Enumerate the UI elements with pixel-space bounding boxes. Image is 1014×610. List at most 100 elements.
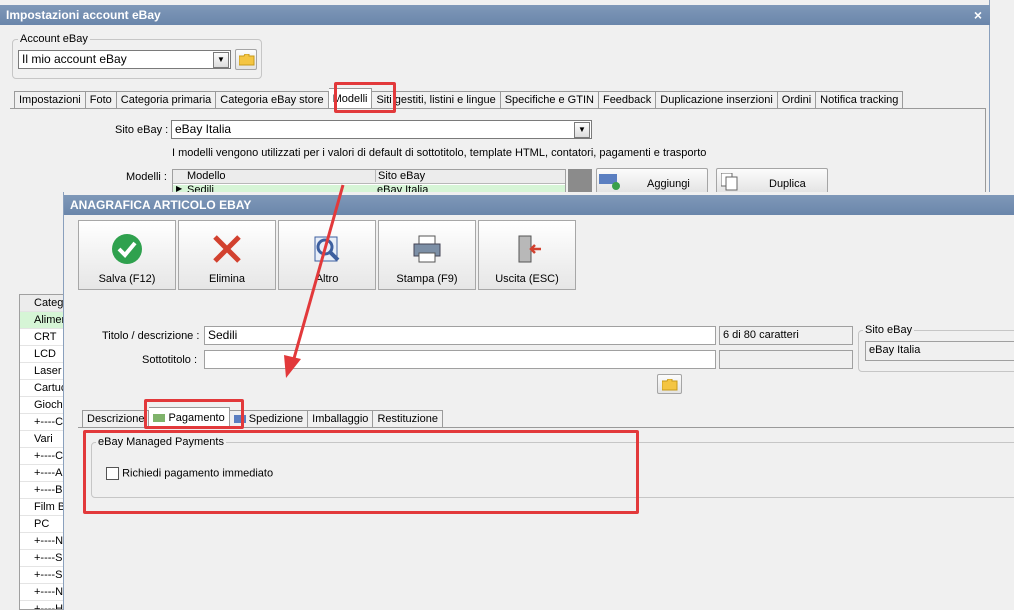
list-item[interactable]: +----N — [20, 584, 64, 601]
add-icon — [599, 174, 620, 190]
char-counter-text: 6 di 80 caratteri — [723, 329, 799, 341]
more-button[interactable]: Altro — [278, 220, 376, 290]
list-item[interactable]: +----N — [20, 533, 64, 550]
title-input[interactable]: Sedili — [204, 326, 716, 345]
outer-window-title: Impostazioni account eBay — [6, 8, 161, 22]
save-button[interactable]: Salva (F12) — [78, 220, 176, 290]
models-label: Modelli : — [126, 171, 167, 183]
print-button-label: Stampa (F9) — [396, 273, 458, 285]
tab-label: Restituzione — [377, 413, 438, 425]
tab-specifiche-e-gtin[interactable]: Specifiche e GTIN — [500, 91, 599, 109]
dialog-site-value-box: eBay Italia — [865, 341, 1014, 361]
list-item[interactable]: Alimen — [20, 312, 64, 329]
tab-foto[interactable]: Foto — [85, 91, 117, 109]
dialog-site-value: eBay Italia — [869, 344, 921, 356]
printer-icon — [413, 235, 441, 263]
list-item[interactable]: Giochi — [20, 397, 64, 414]
folder-button[interactable] — [235, 49, 257, 70]
add-button-label: Aggiungi — [647, 178, 690, 190]
account-group: Account eBay Il mio account eBay ▼ — [12, 33, 262, 79]
tab-categoria-primaria[interactable]: Categoria primaria — [116, 91, 217, 109]
list-item[interactable]: +----A — [20, 465, 64, 482]
print-button[interactable]: Stampa (F9) — [378, 220, 476, 290]
outer-tab-bar: Impostazioni Foto Categoria primaria Catego… — [14, 88, 904, 109]
outer-site-select[interactable]: eBay Italia ▼ — [171, 120, 592, 139]
pagamento-tab-highlight — [144, 399, 244, 429]
more-button-label: Altro — [315, 273, 339, 285]
subtitle-counter — [719, 350, 853, 369]
list-item[interactable]: Vari — [20, 431, 64, 448]
outer-tab-divider — [10, 108, 986, 109]
title-label: Titolo / descrizione : — [102, 330, 200, 342]
dialog-site-group-label: Sito eBay — [863, 324, 915, 336]
models-grid-header: Modello Sito eBay — [173, 170, 565, 184]
tab-label: Descrizione — [87, 413, 145, 425]
outer-titlebar: Impostazioni account eBay × — [0, 5, 990, 25]
chevron-down-icon[interactable]: ▼ — [574, 122, 590, 138]
models-info-text: I modelli vengono utilizzati per i valor… — [172, 147, 707, 159]
duplicate-button-label: Duplica — [769, 178, 806, 190]
outer-site-label: Sito eBay : — [115, 124, 169, 136]
subtitle-label: Sottotitolo : — [142, 354, 198, 366]
folder-icon — [239, 54, 255, 66]
tab-imballaggio[interactable]: Imballaggio — [308, 410, 374, 428]
magnifier-icon — [314, 236, 340, 262]
category-list-header[interactable]: Categ — [20, 295, 64, 312]
tab-duplicazione-inserzioni[interactable]: Duplicazione inserzioni — [656, 91, 778, 109]
delete-button[interactable]: Elimina — [178, 220, 276, 290]
duplicate-icon — [721, 173, 738, 191]
tab-ordini[interactable]: Ordini — [777, 91, 817, 109]
tab-label: Spedizione — [248, 413, 304, 425]
duplicate-button[interactable]: Duplica — [716, 168, 828, 194]
tab-restituzione[interactable]: Restituzione — [373, 410, 443, 428]
tab-notifica-tracking[interactable]: Notifica tracking — [816, 91, 904, 109]
list-item[interactable]: PC — [20, 516, 64, 533]
list-item[interactable]: Laser — [20, 363, 64, 380]
account-group-label: Account eBay — [18, 33, 90, 45]
payments-group-highlight — [83, 430, 639, 514]
tab-impostazioni[interactable]: Impostazioni — [14, 91, 86, 109]
exit-button[interactable]: Uscita (ESC) — [478, 220, 576, 290]
tab-label: Imballaggio — [312, 413, 369, 425]
models-col-header[interactable]: Sito eBay — [375, 170, 425, 182]
save-button-label: Salva (F12) — [98, 273, 156, 285]
subtitle-input[interactable] — [204, 350, 716, 369]
tab-descrizione[interactable]: Descrizione — [82, 410, 150, 428]
check-icon — [112, 234, 142, 264]
dialog-site-group: Sito eBay eBay Italia — [858, 324, 1014, 372]
modelli-tab-highlight — [334, 82, 396, 113]
close-icon[interactable]: × — [974, 5, 982, 25]
dialog-title: ANAGRAFICA ARTICOLO EBAY — [70, 198, 252, 212]
account-select[interactable]: Il mio account eBay ▼ — [18, 50, 231, 69]
models-col-header[interactable]: Modello — [187, 170, 226, 182]
list-item[interactable]: +----C — [20, 414, 64, 431]
list-item[interactable]: +----C — [20, 448, 64, 465]
tab-categoria-ebay-store[interactable]: Categoria eBay store — [216, 91, 329, 109]
list-item[interactable]: +----H — [20, 601, 64, 609]
exit-door-icon — [518, 235, 541, 263]
outer-right-panel-border — [985, 108, 986, 198]
char-counter: 6 di 80 caratteri — [719, 326, 853, 345]
dialog-titlebar: ANAGRAFICA ARTICOLO EBAY — [64, 195, 1014, 215]
add-button[interactable]: Aggiungi — [596, 168, 708, 194]
article-dialog: ANAGRAFICA ARTICOLO EBAY Salva (F12) Eli… — [63, 192, 1014, 610]
delete-button-label: Elimina — [208, 273, 246, 285]
title-input-value: Sedili — [208, 328, 238, 342]
list-item[interactable]: Film Bl — [20, 499, 64, 516]
list-item[interactable]: CRT — [20, 329, 64, 346]
folder-icon — [662, 379, 678, 391]
list-item[interactable]: +----S — [20, 550, 64, 567]
exit-button-label: Uscita (ESC) — [495, 273, 559, 285]
outer-site-value: eBay Italia — [175, 122, 232, 136]
folder-button[interactable] — [657, 374, 682, 394]
list-item[interactable]: LCD — [20, 346, 64, 363]
list-item[interactable]: +----S — [20, 567, 64, 584]
list-item[interactable]: +----B — [20, 482, 64, 499]
list-item[interactable]: Cartuc — [20, 380, 64, 397]
category-list: CategAlimenCRTLCDLaserCartucGiochi+----C… — [19, 294, 65, 610]
chevron-down-icon[interactable]: ▼ — [213, 52, 229, 68]
tab-feedback[interactable]: Feedback — [598, 91, 657, 109]
dialog-tab-bar: Descrizione Pagamento Spedizione Imballaggi… — [82, 405, 443, 428]
account-select-value: Il mio account eBay — [22, 52, 127, 66]
delete-x-icon — [213, 235, 241, 263]
